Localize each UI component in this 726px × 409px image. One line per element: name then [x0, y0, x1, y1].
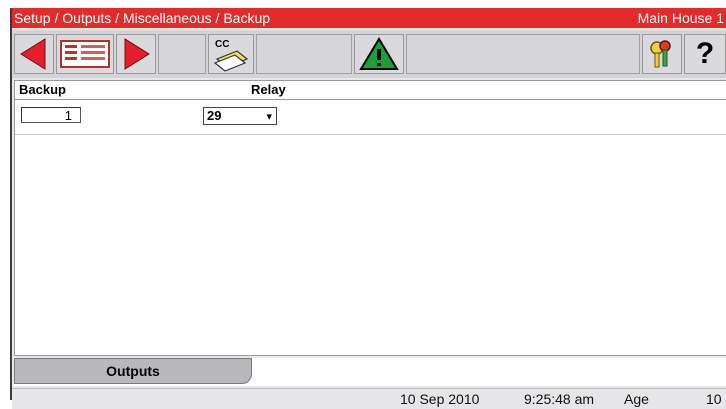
status-bar: 10 Sep 2010 9:25:48 am Age 10 — [12, 388, 726, 409]
breadcrumb: Setup / Outputs / Miscellaneous / Backup — [14, 10, 271, 26]
status-time: 9:25:48 am — [524, 391, 595, 407]
column-header-relay: Relay — [251, 82, 286, 97]
table-row: 1 29 ▾ — [15, 100, 726, 135]
copy-card-icon: CC — [213, 39, 249, 72]
status-age-value: 10 — [706, 391, 722, 407]
right-arrow-icon — [124, 38, 150, 70]
tab-outputs[interactable]: Outputs — [14, 358, 252, 384]
help-button[interactable]: ? — [684, 34, 726, 74]
toolbar-spacer — [256, 34, 352, 74]
status-date: 10 Sep 2010 — [400, 391, 480, 407]
keys-icon — [650, 40, 671, 68]
title-bar: Setup / Outputs / Miscellaneous / Backup… — [12, 8, 726, 28]
help-icon: ? — [695, 37, 715, 70]
backup-number-field[interactable]: 1 — [21, 107, 81, 123]
list-button[interactable] — [56, 34, 114, 74]
table-header: Backup Relay — [15, 81, 726, 100]
cc-label: CC — [215, 39, 229, 50]
forward-button[interactable] — [116, 34, 156, 74]
relay-select-value: 29 — [207, 108, 222, 123]
toolbar-spacer — [406, 34, 640, 74]
relay-select[interactable]: 29 ▾ — [203, 107, 277, 125]
column-header-backup: Backup — [19, 82, 66, 97]
back-button[interactable] — [14, 34, 54, 74]
app-window: Setup / Outputs / Miscellaneous / Backup… — [10, 8, 726, 409]
content-panel: Backup Relay 1 29 ▾ — [14, 80, 726, 356]
keys-button[interactable] — [642, 34, 682, 74]
alarm-button[interactable] — [354, 34, 404, 74]
left-arrow-icon — [20, 38, 46, 70]
toolbar-spacer — [158, 34, 206, 74]
toolbar: CC ? — [12, 30, 726, 78]
dropdown-arrow-icon: ▾ — [266, 111, 272, 123]
copy-button[interactable]: CC — [208, 34, 254, 74]
tab-strip: Outputs — [14, 358, 726, 386]
status-age-label: Age — [624, 391, 649, 407]
alarm-warning-icon — [359, 37, 399, 70]
house-name: Main House 1 — [637, 10, 724, 26]
list-card-icon — [60, 40, 110, 68]
